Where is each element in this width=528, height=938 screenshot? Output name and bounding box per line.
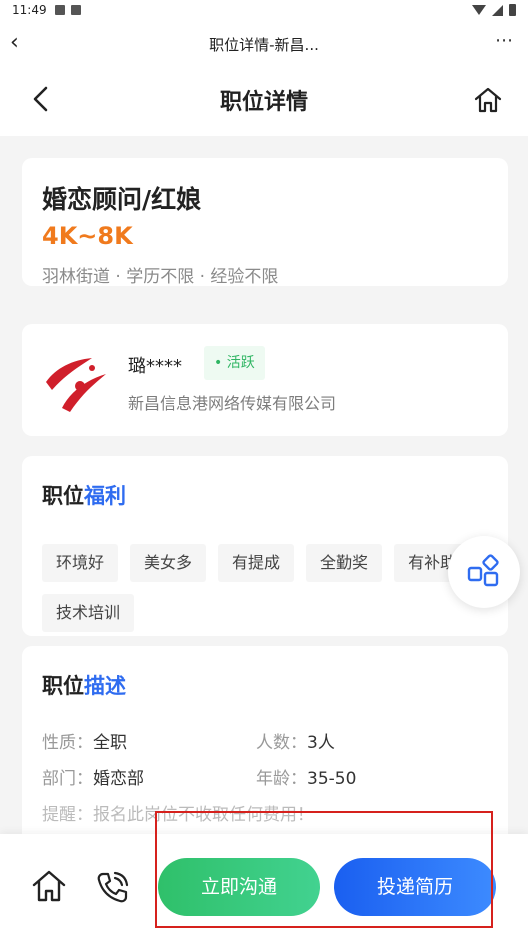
status-time: 11:49	[12, 3, 47, 17]
benefit-tag: 全勤奖	[306, 544, 383, 582]
benefits-title-highlight: 福利	[84, 484, 126, 508]
desc-headcount: 人数：3人	[256, 728, 335, 753]
desc-nature: 性质：全职	[42, 728, 127, 753]
apps-float-button[interactable]	[448, 536, 520, 608]
status-bar: 11:49	[0, 0, 528, 22]
desc-nature-value: 全职	[93, 733, 127, 753]
benefit-tag: 有提成	[218, 544, 295, 582]
job-title: 婚恋顾问/红娘	[42, 185, 202, 214]
description-title: 职位描述	[42, 670, 126, 700]
description-title-prefix: 职位	[42, 674, 84, 698]
benefit-tag: 技术培训	[42, 594, 135, 632]
active-status-badge: • 活跃	[204, 346, 265, 380]
salary: 4K~8K	[42, 222, 133, 250]
desc-age: 年龄：35-50	[256, 764, 356, 789]
desc-age-label: 年龄：	[256, 769, 307, 789]
battery-icon	[509, 4, 516, 16]
company-card[interactable]: 璐**** • 活跃 新昌信息港网络传媒有限公司	[22, 324, 508, 436]
benefit-tags: 环境好 美女多 有提成 全勤奖 有补助 技术培训	[42, 544, 482, 632]
desc-headcount-label: 人数：	[256, 733, 307, 753]
image-notification-icon	[55, 5, 65, 15]
notification-icons	[55, 5, 81, 15]
desc-department-label: 部门：	[42, 769, 93, 789]
company-name: 新昌信息港网络传媒有限公司	[128, 394, 337, 413]
recruiter-name: 璐****	[128, 356, 182, 377]
company-logo	[46, 358, 106, 412]
job-meta: 羽林街道 · 学历不限 · 经验不限	[42, 267, 279, 287]
benefits-card: 职位福利 环境好 美女多 有提成 全勤奖 有补助 技术培训	[22, 456, 508, 636]
desc-department: 部门：婚恋部	[42, 764, 144, 789]
apps-grid-icon	[467, 554, 499, 587]
page-title: 职位详情	[219, 90, 308, 115]
desc-nature-label: 性质：	[42, 733, 93, 753]
browser-title: 职位详情-新昌...	[209, 36, 319, 54]
screen: 11:49 ‹ 职位详情-新昌... ⋯ 职位详情 婚恋顾问/红娘 4K~8K …	[0, 0, 528, 938]
highlight-box	[155, 811, 493, 928]
more-menu-icon[interactable]: ⋯	[495, 30, 514, 51]
browser-bar: ‹ 职位详情-新昌... ⋯	[0, 22, 528, 64]
desc-department-value: 婚恋部	[93, 769, 144, 789]
phone-icon[interactable]	[94, 870, 130, 906]
benefit-tag: 美女多	[130, 544, 207, 582]
wifi-icon	[472, 5, 486, 15]
home-icon[interactable]	[472, 84, 504, 116]
benefit-tag: 环境好	[42, 544, 119, 582]
bottom-home-icon[interactable]	[30, 867, 68, 905]
description-title-highlight: 描述	[84, 674, 126, 698]
signal-icon	[492, 4, 503, 16]
benefits-title-prefix: 职位	[42, 484, 84, 508]
job-summary-card: 婚恋顾问/红娘 4K~8K 羽林街道 · 学历不限 · 经验不限	[22, 158, 508, 287]
status-right	[472, 4, 516, 16]
desc-age-value: 35-50	[307, 769, 357, 789]
app-notification-icon	[71, 5, 81, 15]
desc-headcount-value: 3人	[307, 733, 335, 753]
benefits-title: 职位福利	[42, 480, 126, 510]
app-header: 职位详情	[0, 64, 528, 136]
